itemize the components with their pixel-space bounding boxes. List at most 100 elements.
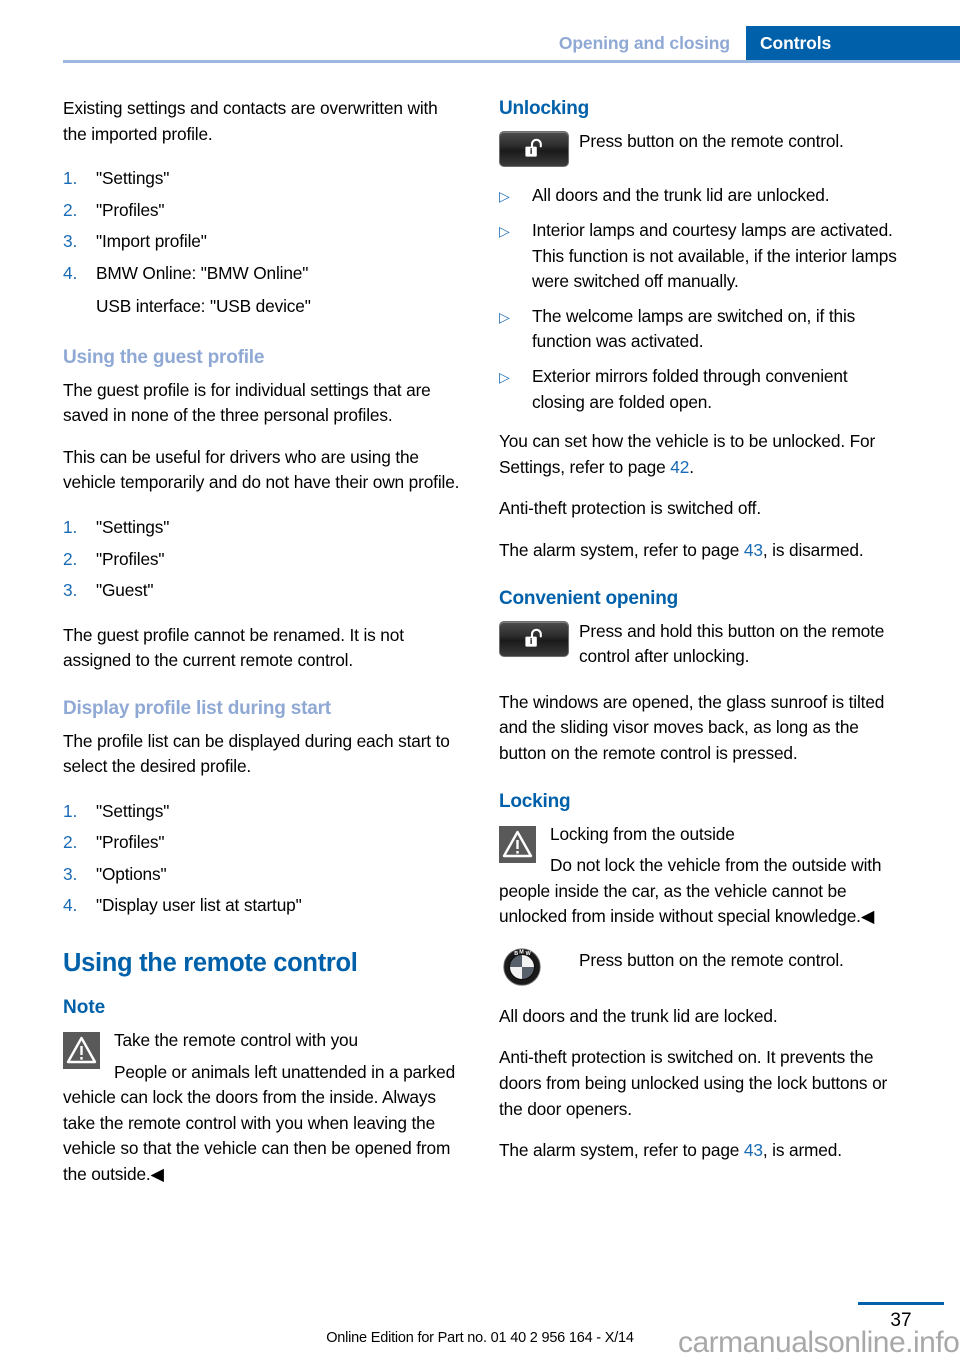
step-number: 2. bbox=[63, 832, 78, 853]
alarm-armed-paragraph: The alarm system, refer to page 43, is a… bbox=[499, 1138, 897, 1164]
warning-triangle-icon bbox=[63, 1031, 100, 1069]
note-warning-block: Take the remote control with you People … bbox=[63, 1028, 461, 1188]
locking-icon-caption: Press button on the remote control. bbox=[579, 949, 844, 970]
list-item: 3. "Guest" bbox=[63, 575, 461, 607]
locking-warning-body: Do not lock the vehicle from the outside… bbox=[499, 855, 882, 927]
breadcrumb-section-label: Opening and closing bbox=[544, 26, 746, 60]
guest-paragraph-3: The guest profile cannot be renamed. It … bbox=[63, 624, 404, 671]
step-text: "Profiles" bbox=[96, 199, 165, 220]
section-heading-guest-profile: Using the guest profile bbox=[63, 346, 265, 368]
doors-locked-paragraph: All doors and the trunk lid are locked. bbox=[499, 1005, 778, 1026]
step-number: 3. bbox=[63, 580, 78, 601]
convenient-opening-paragraph: The windows are opened, the glass sunroo… bbox=[499, 691, 885, 763]
unlock-settings-suffix: . bbox=[689, 456, 694, 477]
step-number: 1. bbox=[63, 517, 78, 538]
list-item: 1. "Settings" bbox=[63, 163, 461, 195]
list-item: 2. "Profiles" bbox=[63, 544, 461, 576]
import-steps-subline: USB interface: "USB device" bbox=[96, 296, 311, 317]
alarm-disarmed-prefix: The alarm system, refer to page bbox=[499, 539, 744, 560]
guest-profile-steps: 1. "Settings" 2. "Profiles" 3. "Guest" bbox=[63, 512, 461, 607]
triangle-bullet-icon: ▷ bbox=[499, 188, 510, 204]
bullet-text: The welcome lamps are switched on, if th… bbox=[532, 305, 856, 352]
bullet-text: Exterior mirrors folded through convenie… bbox=[532, 365, 848, 412]
list-item: 4. BMW Online: "BMW Online" bbox=[63, 258, 461, 290]
header-divider bbox=[63, 60, 960, 63]
svg-text:M: M bbox=[519, 949, 524, 955]
display-profile-steps: 1. "Settings" 2. "Profiles" 3. "Options"… bbox=[63, 796, 461, 922]
section-heading-convenient-opening: Convenient opening bbox=[499, 587, 679, 609]
remote-unlock-button-icon bbox=[499, 620, 569, 657]
step-text: "Profiles" bbox=[96, 832, 165, 853]
list-item: 1. "Settings" bbox=[63, 796, 461, 828]
step-number: 2. bbox=[63, 548, 78, 569]
note-warning-title: Take the remote control with you bbox=[114, 1029, 358, 1050]
step-number: 3. bbox=[63, 231, 78, 252]
step-number: 1. bbox=[63, 800, 78, 821]
intro-paragraph: Existing settings and contacts are overw… bbox=[63, 98, 438, 144]
step-text: "Import profile" bbox=[96, 231, 207, 252]
guest-paragraph-1: The guest profile is for individual sett… bbox=[63, 379, 431, 426]
breadcrumb: Opening and closing Controls bbox=[544, 26, 960, 60]
footer-divider bbox=[858, 1302, 944, 1305]
list-item: ▷ The welcome lamps are switched on, if … bbox=[499, 304, 897, 355]
page-reference-link[interactable]: 43 bbox=[744, 1140, 763, 1160]
footer-edition-text: Online Edition for Part no. 01 40 2 956 … bbox=[326, 1330, 634, 1346]
remote-unlock-button-icon bbox=[499, 131, 569, 167]
triangle-bullet-icon: ▷ bbox=[499, 308, 510, 325]
bullet-text: Interior lamps and courtesy lamps are ac… bbox=[532, 220, 897, 292]
step-number: 2. bbox=[63, 199, 78, 220]
chapter-heading-using-remote-control: Using the remote control bbox=[63, 948, 358, 977]
warning-triangle-icon bbox=[499, 825, 536, 863]
list-item: 4. "Display user list at startup" bbox=[63, 890, 461, 922]
alarm-armed-suffix: , is armed. bbox=[762, 1140, 842, 1161]
section-heading-unlocking: Unlocking bbox=[499, 98, 590, 119]
locking-icon-row: B M W Press button on the remote control… bbox=[499, 948, 897, 988]
step-text: BMW Online: "BMW Online" bbox=[96, 262, 309, 283]
list-item: ▷ Exterior mirrors folded through conven… bbox=[499, 364, 897, 415]
unlocking-bullet-list: ▷ All doors and the trunk lid are unlock… bbox=[499, 183, 897, 415]
page-number: 37 bbox=[890, 1310, 912, 1331]
page-reference-link[interactable]: 42 bbox=[670, 457, 689, 477]
step-number: 4. bbox=[63, 262, 78, 283]
alarm-disarmed-paragraph: The alarm system, refer to page 43, is d… bbox=[499, 538, 897, 564]
step-text: "Guest" bbox=[96, 580, 154, 601]
bmw-roundel-icon: B M W bbox=[503, 948, 541, 986]
note-heading: Note bbox=[63, 996, 106, 1018]
list-item: 1. "Settings" bbox=[63, 512, 461, 544]
svg-text:B: B bbox=[514, 951, 518, 957]
guest-paragraph-2: This can be useful for drivers who are u… bbox=[63, 446, 460, 493]
alarm-armed-prefix: The alarm system, refer to page bbox=[499, 1140, 744, 1161]
page-reference-link[interactable]: 43 bbox=[744, 540, 763, 560]
page-content: Existing settings and contacts are overw… bbox=[63, 96, 897, 1202]
list-item: 2. "Profiles" bbox=[63, 827, 461, 859]
section-heading-locking: Locking bbox=[499, 790, 571, 812]
step-text: "Settings" bbox=[96, 517, 170, 538]
list-item: ▷ All doors and the trunk lid are unlock… bbox=[499, 183, 897, 209]
alarm-disarmed-suffix: , is disarmed. bbox=[762, 539, 864, 560]
svg-text:W: W bbox=[526, 951, 532, 957]
step-text: "Settings" bbox=[96, 168, 170, 189]
triangle-bullet-icon: ▷ bbox=[499, 223, 510, 239]
step-number: 4. bbox=[63, 895, 78, 916]
antitheft-off-paragraph: Anti-theft protection is switched off. bbox=[499, 498, 761, 519]
note-warning-body: People or animals left unattended in a p… bbox=[63, 1061, 456, 1184]
breadcrumb-chapter-label: Controls bbox=[746, 26, 960, 60]
convenient-opening-icon-row: Press and hold this button on the remote… bbox=[499, 619, 897, 670]
page-header: Opening and closing Controls bbox=[0, 0, 960, 63]
left-column: Existing settings and contacts are overw… bbox=[63, 96, 461, 1202]
right-column: Unlocking Press button on the remote con… bbox=[499, 96, 897, 1202]
step-number: 1. bbox=[63, 168, 78, 189]
step-number: 3. bbox=[63, 863, 78, 884]
step-text: "Profiles" bbox=[96, 548, 165, 569]
list-item: 2. "Profiles" bbox=[63, 195, 461, 227]
step-text: "Display user list at startup" bbox=[96, 895, 302, 916]
section-heading-display-profile-list: Display profile list during start bbox=[63, 697, 331, 719]
list-item: 3. "Options" bbox=[63, 859, 461, 891]
unlock-settings-paragraph: You can set how the vehicle is to be unl… bbox=[499, 429, 897, 480]
step-text: "Settings" bbox=[96, 800, 170, 821]
triangle-bullet-icon: ▷ bbox=[499, 368, 510, 385]
step-text: "Options" bbox=[96, 863, 167, 884]
locking-warning-block: Locking from the outside Do not lock the… bbox=[499, 822, 897, 930]
convenient-opening-icon-caption: Press and hold this button on the remote… bbox=[579, 620, 885, 667]
display-profile-paragraph: The profile list can be displayed during… bbox=[63, 730, 450, 777]
